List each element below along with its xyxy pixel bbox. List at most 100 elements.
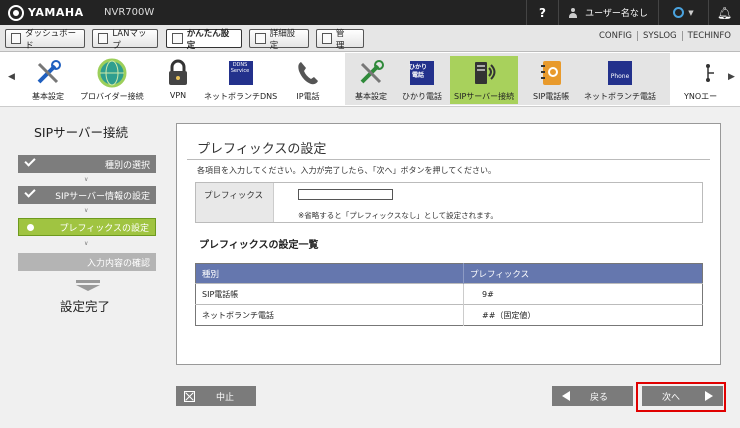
step-label: 種別の選択: [104, 160, 150, 171]
chevron-down-icon: ∨: [84, 240, 89, 247]
tab-label: LANマップ: [112, 28, 147, 51]
table-header-row: 種別 プレフィックス: [195, 263, 703, 284]
tools-icon: [355, 58, 387, 88]
icon-item-basic[interactable]: 基本設定: [32, 58, 64, 102]
help-button[interactable]: ?: [526, 0, 558, 25]
top-bar: YAMAHA NVR700W ? ユーザー名なし ▼ 🔔︎: [0, 0, 740, 25]
main-tab-bar: ダッシュボード LANマップ かんたん設定 詳細設定 管 理 CONFIG SY…: [0, 25, 740, 52]
icon-item-netvolante-phone[interactable]: ネットボランチ電話: [584, 58, 656, 102]
triangle-left-icon: [562, 391, 570, 401]
prefix-field-label: プレフィックス: [196, 183, 274, 222]
address-book-icon: [535, 58, 567, 88]
scroll-left-icon[interactable]: ◀: [8, 72, 15, 82]
header-links: CONFIG SYSLOG TECHINFO: [594, 31, 736, 41]
current-step-dot-icon: [27, 224, 34, 231]
icon-item-phone-basic[interactable]: 基本設定: [355, 58, 387, 102]
next-button-label: 次へ: [662, 392, 681, 403]
prefix-form: プレフィックス ※省略すると「プレフィックスなし」として設定されます。: [195, 182, 703, 223]
tab-lan-map[interactable]: LANマップ: [92, 28, 158, 51]
model-name: NVR700W: [104, 7, 155, 18]
tab-easy-setup[interactable]: かんたん設定: [166, 28, 242, 51]
icon-item-vpn[interactable]: VPN: [162, 58, 194, 100]
tab-dashboard[interactable]: ダッシュボード: [5, 28, 85, 51]
icon-label: VPN: [169, 91, 187, 100]
icon-label: ネットボランチDNS: [204, 92, 278, 101]
back-button-label: 戻る: [590, 392, 609, 403]
brand-logo: YAMAHA: [0, 4, 104, 21]
lan-map-icon: [98, 33, 109, 44]
cancel-button-label: 中止: [216, 392, 235, 403]
icon-label: ひかり電話: [402, 92, 442, 101]
wizard-step-type: 種別の選択: [18, 155, 156, 173]
status-menu[interactable]: ▼: [658, 0, 708, 25]
tab-advanced[interactable]: 詳細設定: [249, 29, 309, 51]
table-cell-prefix: 9#: [463, 283, 703, 305]
table-row: SIP電話帳 9#: [195, 283, 703, 305]
scroll-right-icon[interactable]: ▶: [728, 72, 735, 82]
wrench-icon: [322, 33, 332, 44]
tools-icon: [32, 58, 64, 88]
table-cell-type: SIP電話帳: [195, 283, 464, 305]
icon-label: SIPサーバー接続: [454, 92, 515, 101]
icon-label: 基本設定: [355, 92, 387, 101]
back-button[interactable]: 戻る: [552, 386, 633, 406]
step-label: プレフィックスの設定: [59, 223, 149, 234]
cancel-button[interactable]: 中止: [176, 386, 256, 406]
chevron-down-icon: ∨: [84, 207, 89, 214]
wizard-step-prefix: プレフィックスの設定: [18, 218, 156, 236]
next-button[interactable]: 次へ: [642, 386, 723, 406]
icon-label: 基本設定: [32, 92, 64, 101]
yno-icon: [685, 58, 717, 88]
prefix-table: 種別 プレフィックス SIP電話帳 9# ネットボランチ電話 ##（固定値）: [195, 263, 703, 326]
title-divider: [187, 159, 710, 160]
yamaha-logo-icon: [8, 4, 24, 21]
lock-icon: [162, 58, 194, 88]
wizard-title: SIPサーバー接続: [34, 125, 129, 140]
icon-label: YNOエー: [684, 92, 718, 101]
user-menu[interactable]: ユーザー名なし: [558, 0, 658, 25]
top-right-controls: ? ユーザー名なし ▼ 🔔︎: [526, 0, 740, 25]
notification-bell-icon[interactable]: 🔔︎: [708, 0, 740, 25]
prefix-input[interactable]: [298, 189, 393, 200]
wizard-step-sip-info: SIPサーバー情報の設定: [18, 186, 156, 204]
globe-icon: [96, 58, 128, 88]
icon-item-ip-phone[interactable]: IP電話: [292, 58, 324, 102]
user-icon: [569, 7, 578, 18]
step-label: 入力内容の確認: [86, 258, 150, 269]
triangle-right-icon: [705, 391, 713, 401]
arrow-down-icon: [76, 280, 100, 291]
phone-badge: Phone: [610, 73, 630, 80]
link-techinfo[interactable]: TECHINFO: [681, 31, 736, 41]
easy-setup-icon: [172, 33, 183, 44]
prefix-settings-panel: プレフィックスの設定 各項目を入力してください。入力が完了したら、「次へ」ボタン…: [176, 123, 721, 365]
dns-badge: DDNS Service: [230, 62, 250, 74]
icon-item-sip-server[interactable]: SIPサーバー接続: [450, 56, 519, 104]
step-label: SIPサーバー情報の設定: [55, 191, 150, 202]
link-config[interactable]: CONFIG: [594, 31, 637, 41]
wizard-step-confirm: 入力内容の確認: [18, 253, 156, 271]
check-icon: [24, 155, 36, 167]
cancel-icon: [184, 390, 195, 402]
check-icon: [24, 186, 36, 198]
prefix-field-note: ※省略すると「プレフィックスなし」として設定されます。: [298, 211, 498, 220]
tab-management[interactable]: 管 理: [316, 29, 364, 51]
phone-icon: [292, 58, 324, 88]
wizard-done-label: 設定完了: [60, 299, 111, 314]
table-cell-prefix: ##（固定値）: [463, 304, 703, 326]
status-ring-icon: [673, 7, 685, 18]
table-cell-type: ネットボランチ電話: [195, 304, 464, 326]
user-name: ユーザー名なし: [585, 9, 648, 19]
icon-item-yno[interactable]: YNOエー: [684, 58, 717, 102]
page-title: プレフィックスの設定: [197, 142, 327, 157]
instructions-text: 各項目を入力してください。入力が完了したら、「次へ」ボタンを押してください。: [197, 166, 497, 175]
icon-item-sip-phonebook[interactable]: SIP電話帳: [533, 58, 569, 102]
icon-item-provider[interactable]: プロバイダー接続: [80, 58, 144, 102]
tab-label: ダッシュボード: [25, 28, 77, 51]
link-syslog[interactable]: SYSLOG: [636, 31, 682, 41]
dashboard-icon: [11, 33, 22, 44]
advanced-settings-icon: [255, 33, 266, 44]
tab-label: かんたん設定: [186, 28, 230, 51]
chevron-down-icon: ▼: [688, 8, 694, 17]
column-header-type: 種別: [195, 263, 464, 284]
table-row: ネットボランチ電話 ##（固定値）: [195, 304, 703, 326]
